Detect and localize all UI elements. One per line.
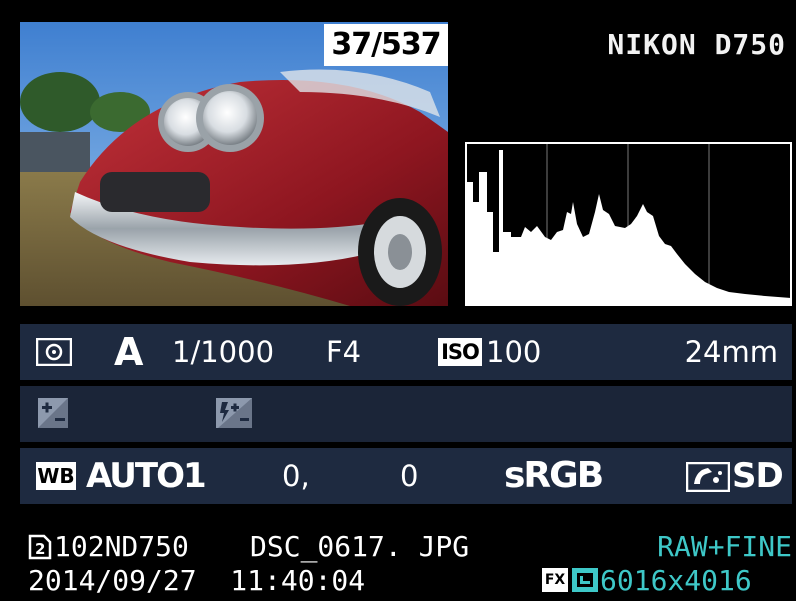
white-balance-value: AUTO1: [86, 456, 207, 496]
image-size: 6016x4016: [600, 564, 752, 597]
iso-label: ISO: [438, 338, 482, 366]
exposure-info-row: A 1/1000 F4 ISO 100 24mm: [20, 324, 792, 380]
luminance-histogram: [465, 142, 792, 306]
svg-text:2: 2: [35, 540, 45, 558]
image-size-large-icon: [572, 568, 598, 596]
wb-fine-tune-amber-blue: 0,: [282, 459, 310, 493]
wb-fine-tune-green-magenta: 0: [400, 459, 419, 493]
flash-compensation-icon: [216, 398, 252, 432]
shutter-speed: 1/1000: [172, 335, 275, 369]
date-time: 2014/09/27 11:40:04: [28, 564, 366, 597]
shooting-mode: A: [114, 330, 144, 374]
color-space: sRGB: [504, 455, 604, 496]
camera-model: NIKON D750: [607, 28, 786, 61]
exposure-compensation-icon: [38, 398, 68, 432]
card-slot-2-icon: 2: [28, 534, 52, 564]
focal-length: 24mm: [684, 335, 778, 369]
fx-format-badge: FX: [542, 568, 568, 592]
image-quality: RAW+FINE: [657, 530, 792, 563]
picture-control-icon: [685, 461, 731, 496]
picture-control-value: SD: [732, 456, 784, 496]
folder-name: 102ND750: [54, 530, 189, 563]
wb-label-text: WB: [37, 464, 75, 488]
frame-counter: 37/537: [324, 24, 448, 66]
iso-label-text: ISO: [441, 340, 480, 364]
file-name: DSC_0617. JPG: [250, 530, 470, 563]
wb-label: WB: [36, 462, 76, 490]
matrix-metering-icon: [35, 337, 73, 370]
aperture: F4: [326, 335, 362, 369]
compensation-row: [20, 386, 792, 442]
white-balance-row: WB AUTO1 0, 0 sRGB SD: [20, 448, 792, 504]
iso-value: 100: [486, 335, 542, 369]
fx-format-text: FX: [544, 572, 566, 588]
